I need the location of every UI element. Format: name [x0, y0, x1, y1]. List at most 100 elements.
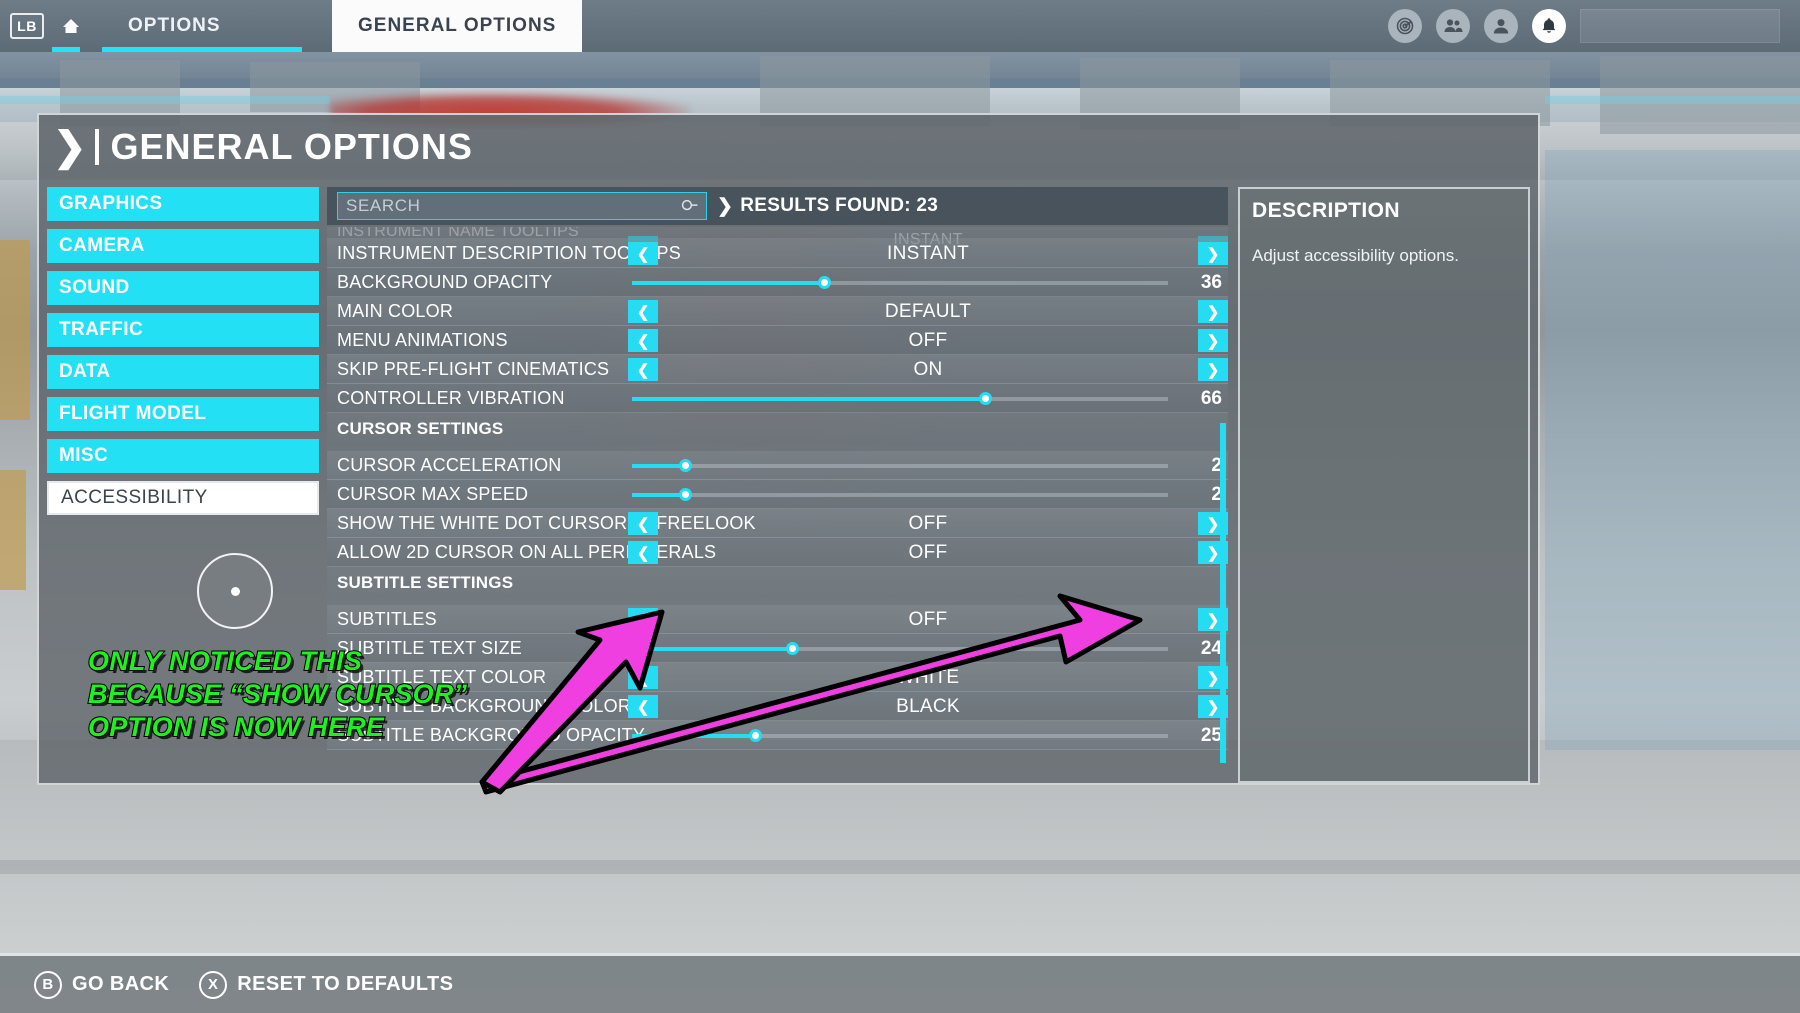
table-row[interactable]: INSTRUMENT DESCRIPTION TOOLTIPS ❮ INSTAN…	[327, 239, 1228, 268]
tab-options[interactable]: OPTIONS	[102, 0, 302, 52]
table-row[interactable]: INSTRUMENT NAME TOOLTIPS INSTANT	[327, 227, 1228, 248]
table-row[interactable]: SHOW THE WHITE DOT CURSOR IN FREELOOK ❮ …	[327, 509, 1228, 538]
slider-control[interactable]: 2	[628, 455, 1228, 477]
table-row[interactable]: CURSOR ACCELERATION 2	[327, 451, 1228, 480]
slider-control[interactable]: 2	[628, 484, 1228, 506]
sidebar-item-graphics[interactable]: GRAPHICS	[47, 187, 319, 221]
description-pane: DESCRIPTION Adjust accessibility options…	[1238, 187, 1530, 783]
increment-arrow-icon[interactable]: ❯	[1198, 242, 1228, 265]
decrement-arrow-icon[interactable]: ❮	[628, 608, 658, 631]
slider-track[interactable]	[632, 459, 1168, 472]
decrement-arrow-icon[interactable]: ❮	[628, 695, 658, 718]
row-label: MENU ANIMATIONS	[337, 329, 508, 350]
search-input[interactable]: SEARCH	[337, 192, 707, 220]
slider-knob[interactable]	[679, 488, 693, 501]
sidebar-item-accessibility[interactable]: ACCESSIBILITY	[47, 481, 319, 515]
reset-to-defaults-button[interactable]: X RESET TO DEFAULTS	[199, 970, 453, 999]
decrement-arrow-icon[interactable]: ❮	[628, 242, 658, 265]
increment-arrow-icon[interactable]: ❯	[1198, 329, 1228, 352]
results-count-text: RESULTS FOUND: 23	[740, 195, 939, 216]
row-value: 36	[1200, 271, 1222, 293]
tab-general-options[interactable]: GENERAL OPTIONS	[332, 0, 583, 52]
slider-track[interactable]	[632, 642, 1168, 655]
slider-fill	[632, 396, 986, 401]
home-icon[interactable]	[58, 13, 84, 39]
profile-icon[interactable]	[1484, 9, 1518, 43]
bg-yellow-marking	[0, 240, 30, 420]
table-row[interactable]: MENU ANIMATIONS ❮ OFF ❯	[327, 326, 1228, 355]
row-control: ❮ OFF ❯	[628, 605, 1228, 634]
row-control: 2	[628, 451, 1228, 480]
decrement-arrow-icon[interactable]: ❮	[628, 666, 658, 689]
row-label: CONTROLLER VIBRATION	[337, 387, 565, 408]
slider-fill	[632, 646, 793, 651]
go-back-button[interactable]: B GO BACK	[34, 970, 170, 999]
slider-knob[interactable]	[786, 642, 800, 655]
vertical-scrollbar[interactable]	[1220, 423, 1226, 763]
sidebar-item-traffic[interactable]: TRAFFIC	[47, 313, 319, 347]
row-value: INSTANT	[887, 242, 969, 264]
increment-arrow-icon[interactable]: ❯	[1198, 358, 1228, 381]
slider-fill	[632, 280, 825, 285]
row-control: ❮ BLACK ❯	[628, 692, 1228, 721]
sidebar-item-data[interactable]: DATA	[47, 355, 319, 389]
left-bumper-badge[interactable]: LB	[10, 13, 44, 39]
row-control: 36	[628, 268, 1228, 297]
row-control: 66	[628, 384, 1228, 413]
slider-knob[interactable]	[979, 392, 993, 405]
white-dot-cursor-icon	[230, 586, 240, 596]
slider-track[interactable]	[632, 392, 1168, 405]
slider-knob[interactable]	[679, 459, 693, 472]
decrement-arrow-icon[interactable]: ❮	[628, 329, 658, 352]
page-title: GENERAL OPTIONS	[110, 126, 473, 167]
notifications-bell-icon[interactable]	[1532, 9, 1566, 43]
slider-control[interactable]: 66	[628, 388, 1228, 410]
row-value: WHITE	[896, 666, 960, 688]
friends-icon[interactable]	[1436, 9, 1470, 43]
slider-knob[interactable]	[748, 729, 762, 742]
table-row[interactable]: BACKGROUND OPACITY 36	[327, 268, 1228, 297]
sidebar-item-sound[interactable]: SOUND	[47, 271, 319, 305]
slider-track[interactable]	[632, 276, 1168, 289]
sidebar-item-misc[interactable]: MISC	[47, 439, 319, 473]
radar-icon[interactable]	[1388, 9, 1422, 43]
table-row[interactable]: ALLOW 2D CURSOR ON ALL PERIPHERALS ❮ OFF…	[327, 538, 1228, 567]
top-search-field[interactable]	[1580, 9, 1780, 43]
section-label: CURSOR SETTINGS	[337, 419, 504, 438]
search-row: SEARCH ❯ RESULTS FOUND: 23	[327, 187, 1228, 225]
section-label: SUBTITLE SETTINGS	[337, 573, 514, 592]
slider-track[interactable]	[632, 729, 1168, 742]
slider-knob[interactable]	[818, 276, 832, 289]
row-control: ❮ WHITE ❯	[628, 663, 1228, 692]
slider-control[interactable]: 36	[628, 272, 1228, 294]
bg-stripe	[0, 96, 330, 104]
slider-fill	[632, 733, 756, 738]
increment-arrow-icon[interactable]: ❯	[1198, 300, 1228, 323]
description-title: DESCRIPTION	[1252, 199, 1400, 222]
table-row[interactable]: MAIN COLOR ❮ DEFAULT ❯	[327, 297, 1228, 326]
decrement-arrow-icon[interactable]: ❮	[628, 358, 658, 381]
bottom-action-bar: B GO BACK X RESET TO DEFAULTS	[0, 953, 1800, 1013]
slider-control[interactable]: 25	[628, 725, 1228, 747]
slider-fill	[632, 492, 686, 497]
decrement-arrow-icon[interactable]: ❮	[628, 541, 658, 564]
row-label: CURSOR ACCELERATION	[337, 454, 562, 475]
slider-control[interactable]: 24	[628, 638, 1228, 660]
table-row[interactable]: SKIP PRE-FLIGHT CINEMATICS ❮ ON ❯	[327, 355, 1228, 384]
bg-floor-line	[0, 860, 1800, 874]
row-control: 2	[628, 480, 1228, 509]
sidebar-item-camera[interactable]: CAMERA	[47, 229, 319, 263]
slider-track[interactable]	[632, 488, 1168, 501]
table-row[interactable]: CONTROLLER VIBRATION 66	[327, 384, 1228, 413]
table-row[interactable]: CURSOR MAX SPEED 2	[327, 480, 1228, 509]
back-chevron-icon[interactable]: ❯	[53, 127, 87, 167]
bg-stripe	[1545, 96, 1800, 104]
bg-structure	[1600, 56, 1800, 134]
row-control: 24	[628, 634, 1228, 663]
go-back-label: GO BACK	[72, 973, 170, 995]
table-row[interactable]: SUBTITLES ❮ OFF ❯	[327, 605, 1228, 634]
decrement-arrow-icon[interactable]: ❮	[628, 512, 658, 535]
decrement-arrow-icon[interactable]: ❮	[628, 300, 658, 323]
search-icon	[678, 194, 702, 218]
sidebar-item-flight-model[interactable]: FLIGHT MODEL	[47, 397, 319, 431]
